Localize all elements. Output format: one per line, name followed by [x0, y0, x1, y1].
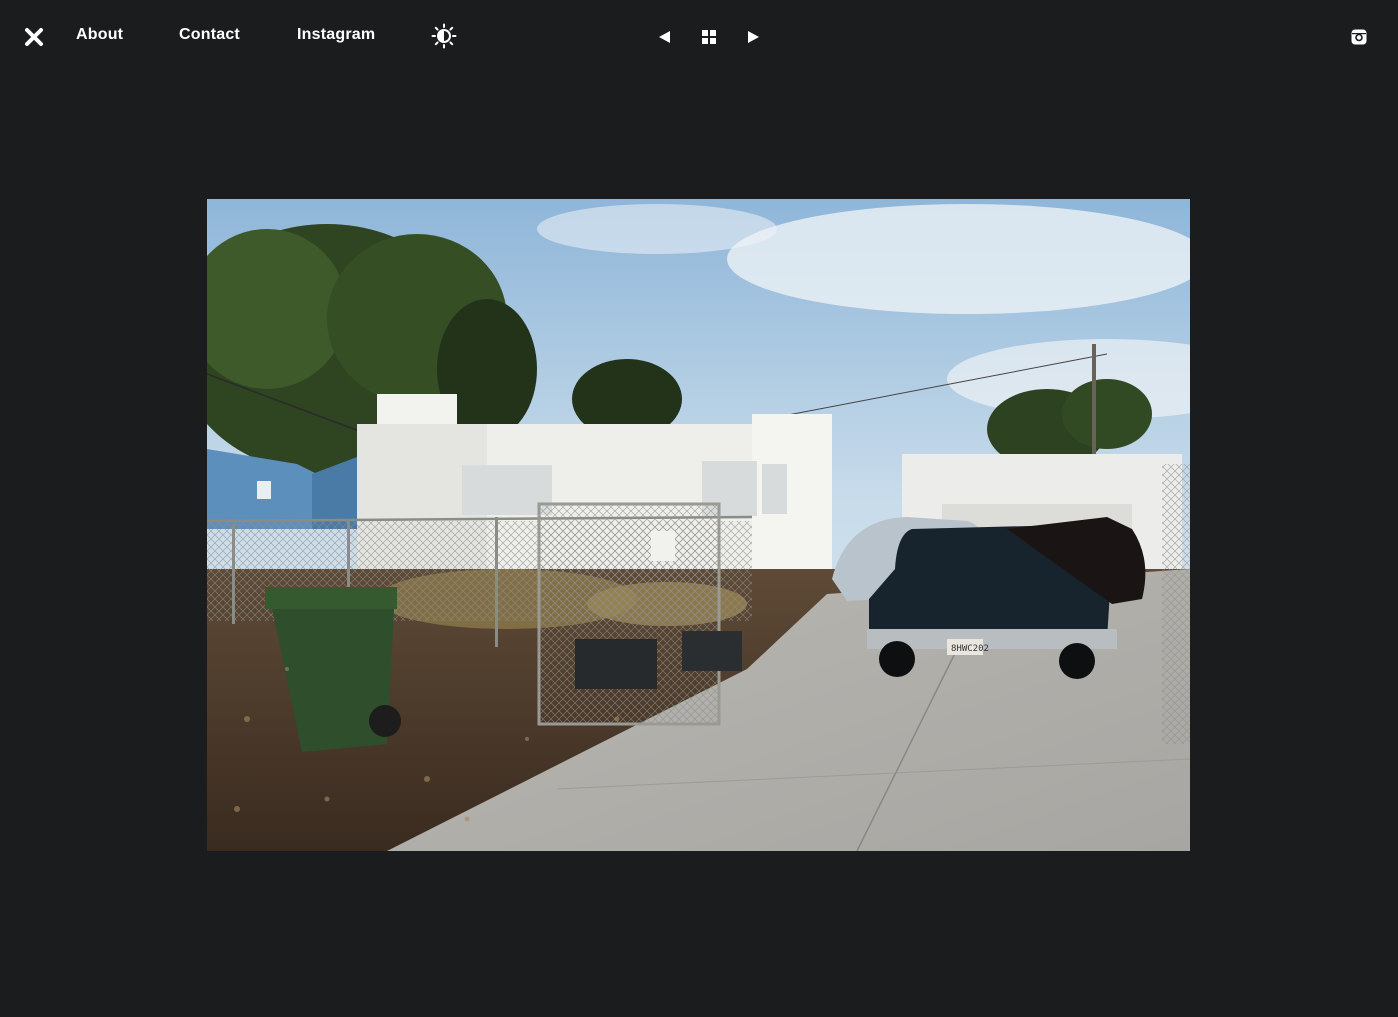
grid-view-button[interactable] [699, 27, 719, 47]
svg-text:8HWC202: 8HWC202 [951, 644, 989, 654]
top-bar: About Contact Instagram [0, 0, 1398, 72]
grid-four-squares-icon [702, 30, 716, 44]
half-sun-theme-icon [431, 23, 457, 49]
triangle-left-icon [659, 31, 670, 43]
instagram-button[interactable] [1349, 27, 1369, 47]
close-x-icon [25, 28, 43, 46]
nav-link-contact[interactable]: Contact [179, 25, 240, 45]
theme-toggle-button[interactable] [430, 23, 458, 49]
previous-photo-button[interactable] [655, 27, 675, 47]
triangle-right-icon [748, 31, 759, 43]
main-photo: 8HWC202 [207, 199, 1190, 851]
close-button[interactable] [24, 27, 44, 47]
nav-link-instagram[interactable]: Instagram [297, 25, 375, 45]
nav-link-about[interactable]: About [76, 25, 123, 45]
instagram-camera-icon [1351, 29, 1367, 45]
next-photo-button[interactable] [743, 27, 763, 47]
